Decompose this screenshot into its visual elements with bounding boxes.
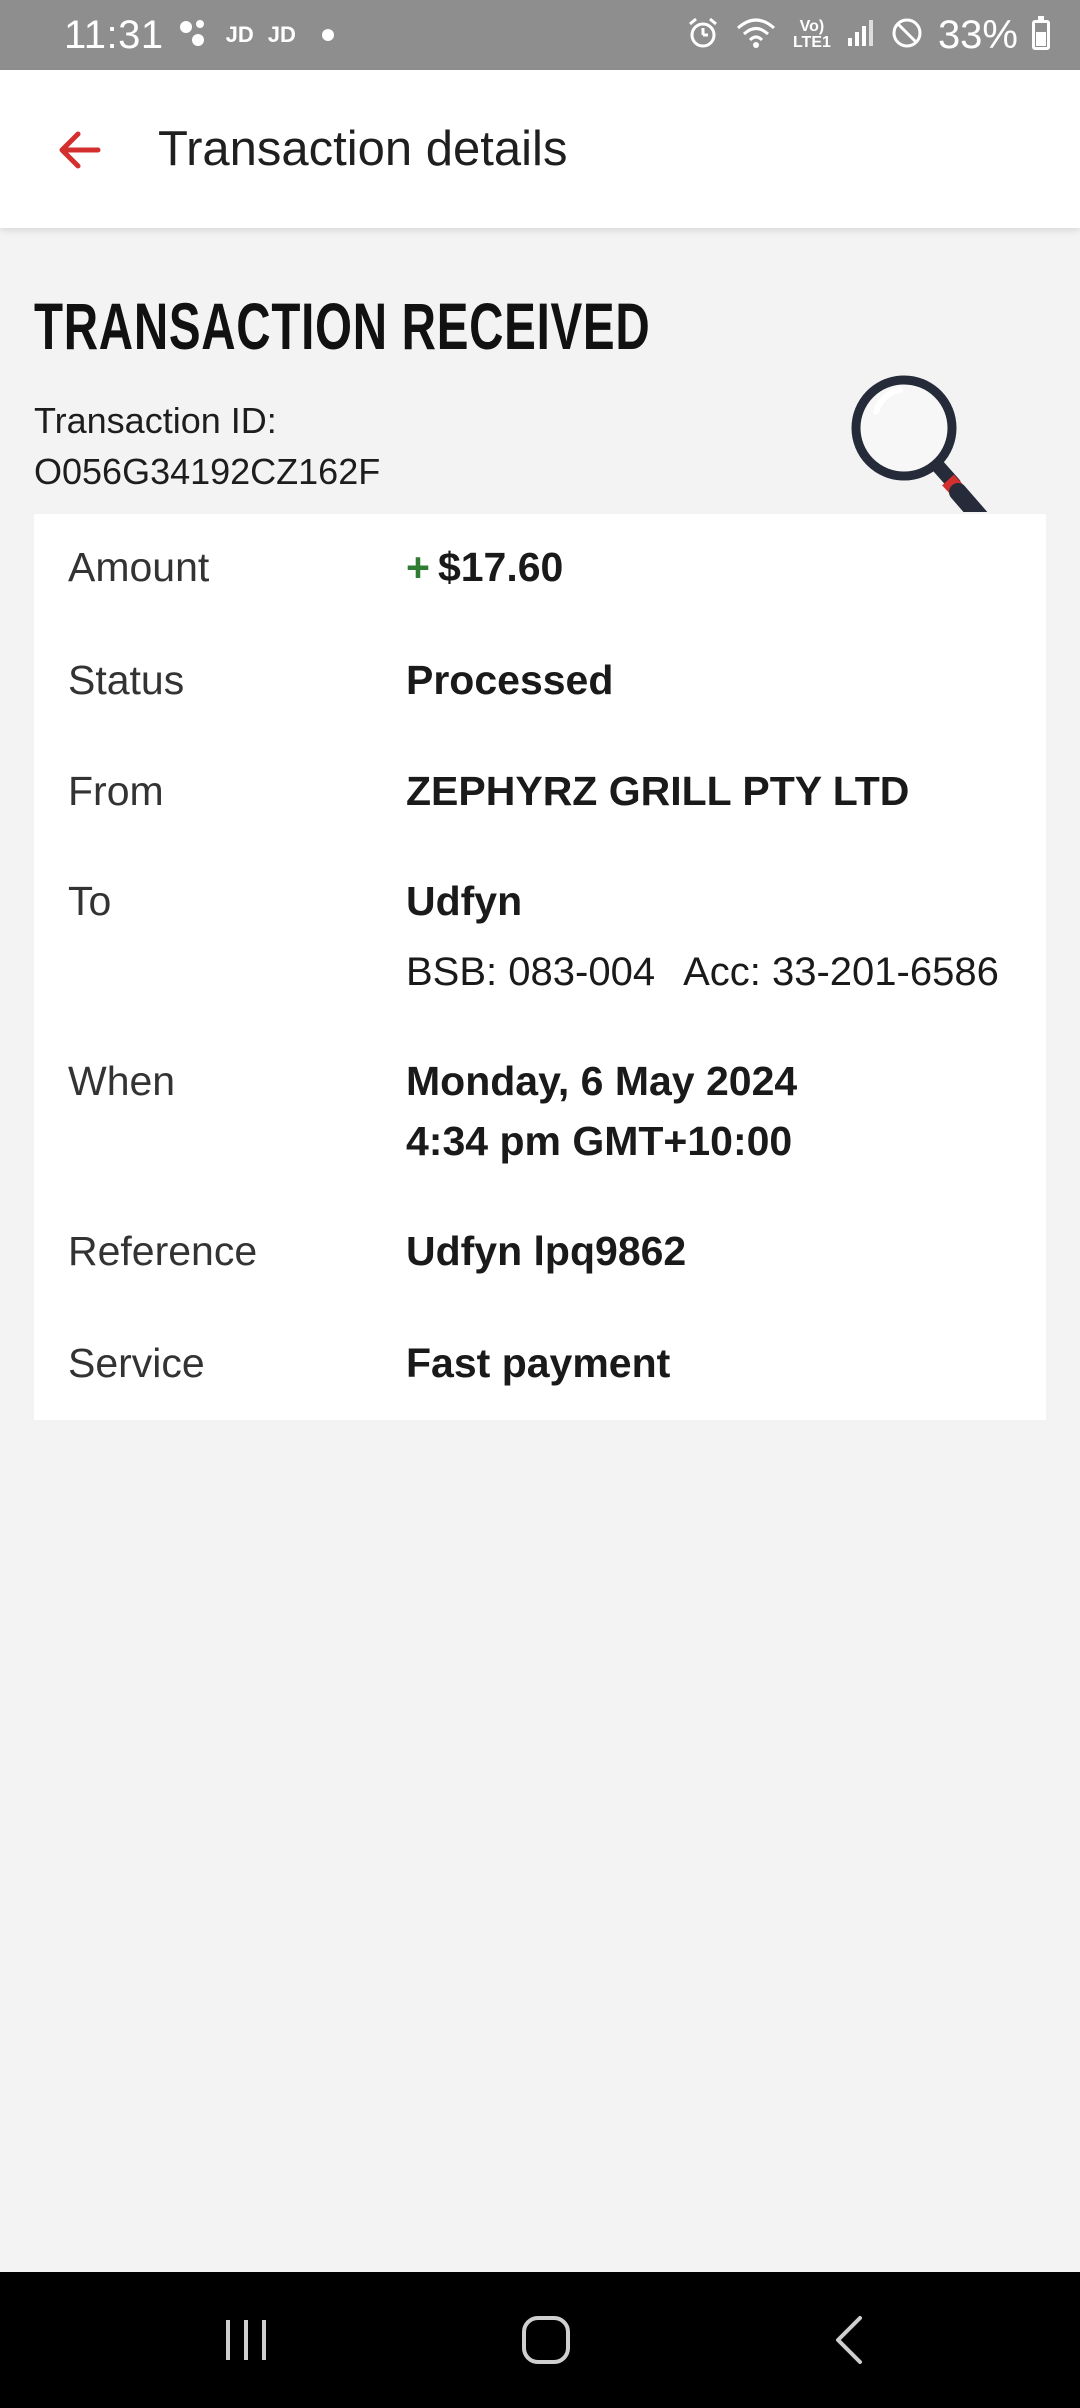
battery-icon [1032, 16, 1050, 50]
back-button[interactable] [52, 122, 108, 178]
reference-label: Reference [68, 1228, 258, 1274]
notification-jd-2: JD [267, 22, 296, 47]
transaction-details-card: Amount + $17.60 Status Processed From ZEP… [34, 514, 1046, 1420]
when-label: When [68, 1058, 176, 1104]
notification-jd-1: JD [225, 22, 254, 47]
volte-indicator: Vo) LTE1 [792, 18, 831, 51]
battery-percent: 33% [937, 12, 1018, 57]
status-label: Status [68, 657, 185, 703]
status-value: Processed [406, 657, 614, 703]
from-label: From [68, 768, 164, 814]
from-value: ZEPHYRZ GRILL PTY LTD [406, 768, 910, 814]
to-name-value: Udfyn [406, 878, 523, 924]
signal-icon [846, 18, 876, 53]
when-date-value: Monday, 6 May 2024 [406, 1058, 798, 1104]
amount-value-row: + $17.60 [406, 544, 563, 591]
status-bar-left: 11:31 JD JD [64, 13, 334, 58]
status-time: 11:31 [64, 12, 164, 57]
home-button[interactable] [520, 2314, 572, 2366]
service-value: Fast payment [406, 1340, 671, 1386]
arrow-left-icon [59, 131, 101, 169]
transaction-status-heading: TRANSACTION RECEIVED [34, 289, 651, 363]
more-notifications-dot-icon [321, 29, 334, 41]
recents-button[interactable] [222, 2318, 270, 2362]
when-time-value: 4:34 pm GMT+10:00 [406, 1118, 793, 1164]
recents-icon [226, 2320, 266, 2360]
amount-label: Amount [68, 544, 210, 590]
magnifying-glass-icon [848, 372, 1000, 512]
alarm-icon [686, 16, 720, 55]
amount-sign: + [406, 544, 430, 590]
reference-value: Udfyn lpq9862 [406, 1228, 687, 1274]
service-label: Service [68, 1340, 205, 1386]
to-account-row: BSB: 083-004 Acc: 33-201-6586 [406, 950, 999, 995]
system-back-button[interactable] [830, 2314, 870, 2366]
amount-value: $17.60 [437, 544, 564, 590]
transaction-id-value: O056G34192CZ162F [34, 451, 381, 492]
do-not-disturb-icon [890, 16, 924, 55]
assistant-icon [178, 18, 212, 53]
to-acc-value: Acc: 33-201-6586 [683, 950, 999, 994]
app-bar: Transaction details [0, 70, 1080, 228]
wifi-icon [734, 16, 778, 55]
system-navigation-bar [0, 2272, 1080, 2408]
to-bsb-value: BSB: 083-004 [406, 950, 656, 994]
page-title: Transaction details [158, 122, 568, 176]
transaction-id-label: Transaction ID: [34, 400, 277, 441]
home-icon [522, 2316, 570, 2364]
status-bar-right: Vo) LTE1 33% [686, 13, 1050, 58]
to-label: To [68, 878, 112, 924]
status-bar: 11:31 JD JD Vo) LTE1 33% [0, 0, 1080, 70]
back-chevron-icon [836, 2316, 862, 2364]
